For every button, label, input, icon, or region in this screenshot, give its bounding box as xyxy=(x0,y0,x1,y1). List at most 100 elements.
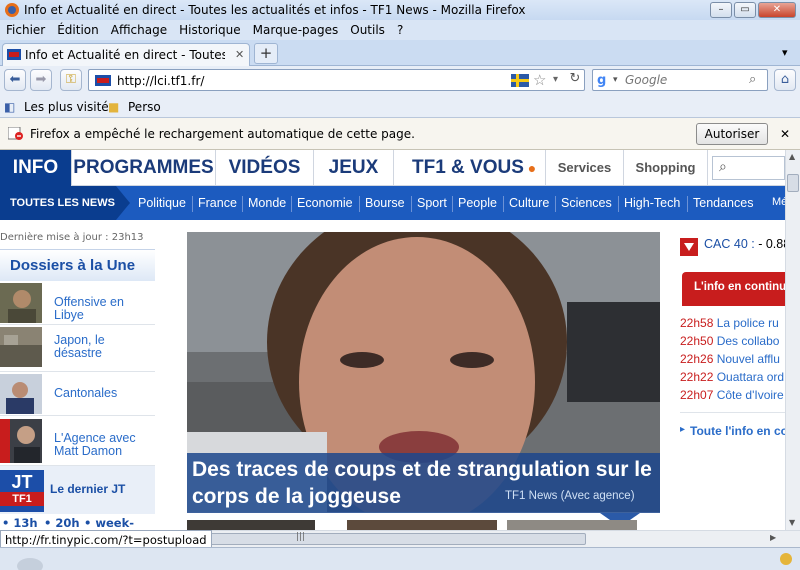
subnav-politique[interactable]: Politique xyxy=(138,196,186,210)
home-icon[interactable]: ⌂ xyxy=(774,69,796,91)
search-magnifier-icon[interactable]: ⌕ xyxy=(749,72,756,87)
divider xyxy=(242,196,243,212)
allow-button[interactable]: Autoriser xyxy=(696,123,768,145)
nav-tf1-vous[interactable]: TF1 & VOUS ● xyxy=(394,150,546,186)
subnav-culture[interactable]: Culture xyxy=(509,196,549,210)
scroll-thumb[interactable] xyxy=(787,174,799,192)
subnav-more[interactable]: Mé xyxy=(772,196,785,208)
key-icon[interactable]: ⚿ xyxy=(60,69,82,91)
dossier-item[interactable]: L'Agence avec Matt Damon xyxy=(0,416,155,466)
jt-logo[interactable]: JT TF1 xyxy=(0,470,44,512)
scroll-down-icon[interactable]: ▼ xyxy=(789,518,795,527)
forward-button[interactable]: ➡ xyxy=(30,69,52,91)
search-bar[interactable]: g ▾ ⌕ xyxy=(592,69,768,91)
menu-edition[interactable]: Édition xyxy=(51,20,105,37)
site-identity-icon xyxy=(95,75,111,86)
menu-help[interactable]: ? xyxy=(391,20,409,37)
new-tab-button[interactable]: + xyxy=(254,43,278,64)
url-dropdown-icon[interactable]: ▾ xyxy=(553,74,558,85)
browser-tab[interactable]: Info et Actualité en direct - Toutes les… xyxy=(2,43,250,66)
notification-close-icon[interactable]: ✕ xyxy=(780,127,790,141)
news-item[interactable]: 22h22 Ouattara ord xyxy=(680,370,784,384)
news-link[interactable]: Des collabo xyxy=(717,334,780,348)
nav-services[interactable]: Services xyxy=(546,150,624,186)
subnav-people[interactable]: People xyxy=(458,196,497,210)
subnav-high-tech[interactable]: High-Tech xyxy=(624,196,680,210)
divider xyxy=(452,196,453,212)
all-info-link[interactable]: Toute l'info en co xyxy=(690,424,785,438)
news-item[interactable]: 22h07 Côte d'Ivoire xyxy=(680,388,784,402)
subnav-economie[interactable]: Economie xyxy=(297,196,353,210)
nav-info[interactable]: INFO xyxy=(0,150,72,186)
divider xyxy=(359,196,360,212)
thumbnail[interactable] xyxy=(187,520,315,530)
subnav-sciences[interactable]: Sciences xyxy=(561,196,612,210)
nav-shopping[interactable]: Shopping xyxy=(624,150,708,186)
right-column: CAC 40 : - 0.88 L'info en continu 22h58 … xyxy=(672,232,785,530)
tf1-favicon-icon xyxy=(7,49,21,60)
dossier-item[interactable]: Offensive en Libye xyxy=(0,281,155,325)
dossier-link[interactable]: Japon, le désastre xyxy=(54,334,114,360)
search-engine-dropdown-icon[interactable]: ▾ xyxy=(613,75,618,85)
bookmarks-toolbar: ◧ Les plus visités ■ Perso xyxy=(0,94,800,118)
site-search-input[interactable]: ⌕ xyxy=(712,156,785,180)
jt-20h-link[interactable]: • 20h xyxy=(44,516,80,530)
news-link[interactable]: Côte d'Ivoire xyxy=(717,388,784,402)
live-news-title: L'info en continu xyxy=(694,281,785,293)
news-time: 22h26 xyxy=(680,352,714,366)
subnav-france[interactable]: France xyxy=(198,196,237,210)
divider xyxy=(192,196,193,212)
subnav-tendances[interactable]: Tendances xyxy=(693,196,753,210)
news-item[interactable]: 22h58 La police ru xyxy=(680,316,779,330)
dossier-link[interactable]: L'Agence avec Matt Damon xyxy=(54,432,144,458)
thumbnail[interactable] xyxy=(507,520,637,530)
bookmark-most-visited[interactable]: Les plus visités xyxy=(24,100,115,114)
dossier-item[interactable]: Cantonales xyxy=(0,372,155,416)
menu-marque-pages[interactable]: Marque-pages xyxy=(247,20,345,37)
menu-outils[interactable]: Outils xyxy=(344,20,391,37)
all-news-link[interactable]: TOUTES LES NEWS xyxy=(0,186,116,220)
url-bar[interactable]: http://lci.tf1.fr/ ☆ ▾ xyxy=(88,69,585,91)
close-button[interactable]: ✕ xyxy=(758,2,796,18)
cac40-ticker[interactable]: CAC 40 : - 0.88 xyxy=(704,237,785,251)
dossier-item[interactable]: Japon, le désastre xyxy=(0,325,155,372)
reload-icon[interactable]: ↻ xyxy=(564,69,586,91)
news-link[interactable]: La police ru xyxy=(717,316,779,330)
bookmark-star-icon[interactable]: ☆ xyxy=(533,71,546,89)
thumbnail[interactable] xyxy=(347,520,497,530)
site-search-icon: ⌕ xyxy=(719,159,727,175)
dossier-link[interactable]: Cantonales xyxy=(54,387,117,400)
nav-programmes[interactable]: PROGRAMMES xyxy=(72,150,216,186)
scroll-up-icon[interactable]: ▲ xyxy=(789,152,795,161)
nav-jeux[interactable]: JEUX xyxy=(314,150,394,186)
jt-label[interactable]: Le dernier JT xyxy=(50,482,125,496)
menu-affichage[interactable]: Affichage xyxy=(105,20,173,37)
page-content: INFO PROGRAMMES VIDÉOS JEUX TF1 & VOUS ●… xyxy=(0,150,785,530)
tab-list-icon[interactable]: ▾ xyxy=(782,46,788,59)
resize-grip-icon[interactable] xyxy=(778,551,794,567)
menu-historique[interactable]: Historique xyxy=(173,20,247,37)
search-input[interactable] xyxy=(625,71,745,89)
nav-videos[interactable]: VIDÉOS xyxy=(216,150,314,186)
scroll-right-icon[interactable]: ▶ xyxy=(770,533,776,542)
news-link[interactable]: Nouvel afflu xyxy=(717,352,780,366)
flag-icon xyxy=(511,74,529,87)
news-link[interactable]: Ouattara ord xyxy=(717,370,784,384)
news-item[interactable]: 22h26 Nouvel afflu xyxy=(680,352,780,366)
dossiers-header: Dossiers à la Une xyxy=(0,249,155,281)
back-button[interactable]: ⬅ xyxy=(4,69,26,91)
tab-close-icon[interactable]: ✕ xyxy=(235,48,244,61)
subnav-monde[interactable]: Monde xyxy=(248,196,286,210)
menu-fichier[interactable]: Fichier xyxy=(0,20,51,37)
dossier-link[interactable]: Offensive en Libye xyxy=(54,296,155,322)
news-item[interactable]: 22h50 Des collabo xyxy=(680,334,779,348)
bookmark-perso[interactable]: Perso xyxy=(128,100,161,114)
jt-weekend-link[interactable]: • week-end xyxy=(84,516,155,530)
jt-13h-link[interactable]: • 13h xyxy=(2,516,38,530)
minimize-button[interactable]: – xyxy=(710,2,732,18)
maximize-button[interactable]: ▭ xyxy=(734,2,756,18)
vertical-scrollbar[interactable]: ▲ ▼ xyxy=(785,150,800,530)
subnav-sport[interactable]: Sport xyxy=(417,196,447,210)
subnav-bourse[interactable]: Bourse xyxy=(365,196,405,210)
headline-box[interactable]: Des traces de coups et de strangulation … xyxy=(187,453,660,513)
